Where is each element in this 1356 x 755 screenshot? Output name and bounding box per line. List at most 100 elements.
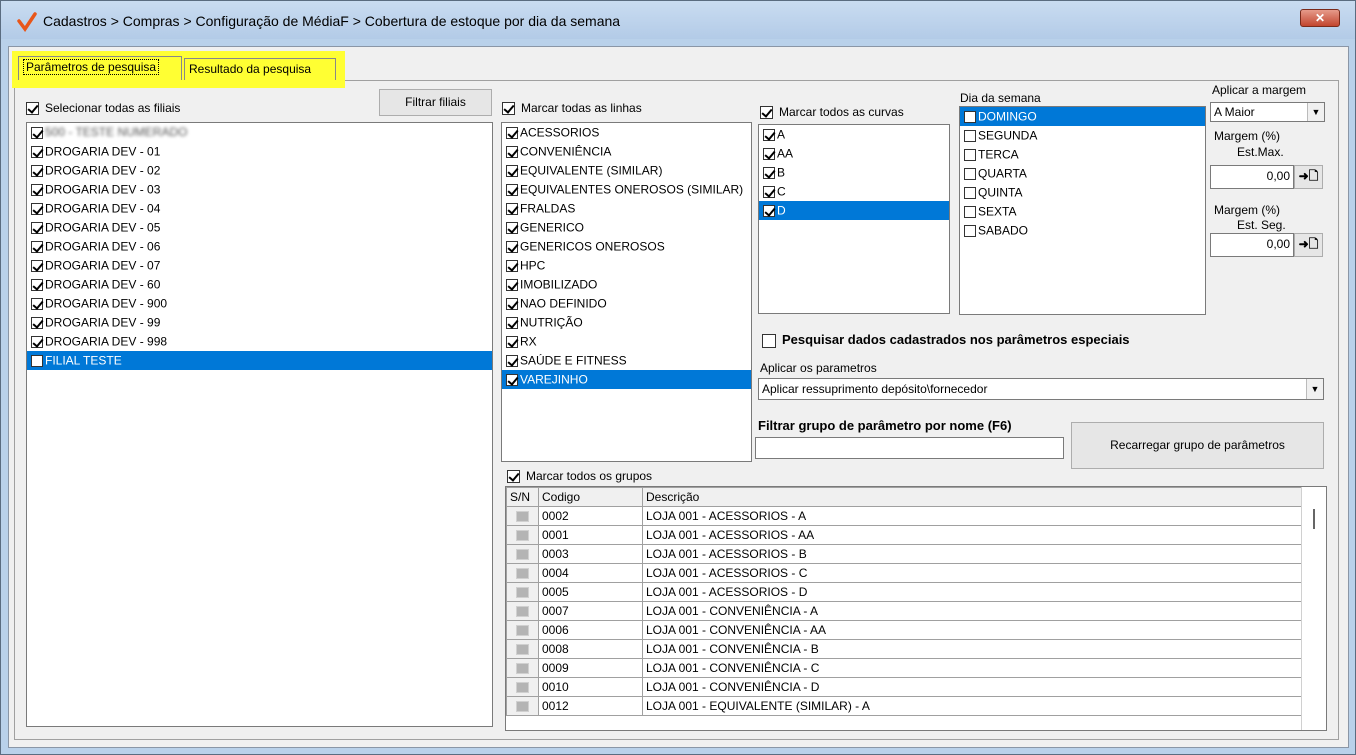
checkbox-icon[interactable] [964,205,976,218]
row-checkbox[interactable] [516,511,529,523]
row-selector-cell[interactable] [506,601,539,621]
checkbox-icon[interactable] [506,278,518,291]
checkbox-icon[interactable] [26,102,39,116]
row-checkbox[interactable] [516,682,529,694]
checkbox-icon[interactable] [964,167,976,180]
checkbox-icon[interactable] [506,297,518,310]
table-row[interactable]: 0007 LOJA 001 - CONVENIÊNCIA - A [506,601,1304,621]
row-selector-cell[interactable] [506,582,539,602]
filial-item[interactable]: FILIAL TESTE [27,351,492,370]
title-bar[interactable]: Cadastros > Compras > Configuração de Mé… [1,1,1355,39]
scroll-thumb[interactable] [1313,509,1315,529]
aplicar-parametros-select[interactable]: Aplicar ressuprimento depósito\fornecedo… [758,378,1324,400]
table-row[interactable]: 0009 LOJA 001 - CONVENIÊNCIA - C [506,658,1304,678]
checkbox-icon[interactable] [964,110,976,123]
table-row[interactable]: 0008 LOJA 001 - CONVENIÊNCIA - B [506,639,1304,659]
select-all-curvas[interactable]: Marcar todos as curvas [760,105,904,120]
filial-item[interactable]: DROGARIA DEV - 05 [27,218,492,237]
vertical-scrollbar[interactable] [1301,487,1326,730]
checkbox-icon[interactable] [506,183,518,196]
dia-item[interactable]: SEXTA [960,202,1205,221]
dia-item[interactable]: SABADO [960,221,1205,240]
checkbox-icon[interactable] [760,106,773,120]
apply-estmax-button[interactable]: ➜🗋 [1294,165,1323,189]
checkbox-icon[interactable] [31,221,43,234]
filial-item[interactable]: DROGARIA DEV - 60 [27,275,492,294]
tab-parametros-pesquisa[interactable]: Parâmetros de pesquisa [18,56,182,80]
table-row[interactable]: 0003 LOJA 001 - ACESSORIOS - B [506,544,1304,564]
curva-item[interactable]: B [759,163,949,182]
linha-item[interactable]: NAO DEFINIDO [502,294,751,313]
linha-item[interactable]: GENERICO [502,218,751,237]
row-checkbox[interactable] [516,587,529,599]
filial-item[interactable]: DROGARIA DEV - 998 [27,332,492,351]
table-row[interactable]: 0005 LOJA 001 - ACESSORIOS - D [506,582,1304,602]
checkbox-icon[interactable] [506,354,518,367]
pesquisar-especiais-checkbox[interactable]: Pesquisar dados cadastrados nos parâmetr… [762,332,1130,348]
row-selector-cell[interactable] [506,658,539,678]
checkbox-icon[interactable] [31,164,43,177]
select-all-filiais[interactable]: Selecionar todas as filiais [26,101,180,116]
checkbox-icon[interactable] [31,259,43,272]
checkbox-icon[interactable] [31,297,43,310]
linha-item[interactable]: VAREJINHO [502,370,751,389]
checkbox-icon[interactable] [31,278,43,291]
checkbox-icon[interactable] [31,316,43,329]
checkbox-icon[interactable] [964,224,976,237]
checkbox-icon[interactable] [763,166,775,179]
apply-estseg-button[interactable]: ➜🗋 [1294,233,1323,257]
margem-estseg-input[interactable]: 0,00 [1210,233,1294,257]
checkbox-icon[interactable] [964,129,976,142]
linha-item[interactable]: NUTRIÇÃO [502,313,751,332]
checkbox-icon[interactable] [964,186,976,199]
column-header-descricao[interactable]: Descrição [642,487,1304,507]
dia-item[interactable]: QUARTA [960,164,1205,183]
checkbox-icon[interactable] [507,470,520,484]
checkbox-icon[interactable] [506,145,518,158]
select-all-linhas[interactable]: Marcar todas as linhas [502,101,642,116]
filter-filiais-button[interactable]: Filtrar filiais [379,89,492,116]
filial-item[interactable]: DROGARIA DEV - 99 [27,313,492,332]
checkbox-icon[interactable] [506,202,518,215]
row-checkbox[interactable] [516,530,529,542]
dia-item[interactable]: SEGUNDA [960,126,1205,145]
checkbox-icon[interactable] [31,145,43,158]
checkbox-icon[interactable] [964,148,976,161]
aplicar-margem-select[interactable]: A Maior ▼ [1210,102,1325,122]
checkbox-icon[interactable] [506,221,518,234]
dia-item[interactable]: TERCA [960,145,1205,164]
checkbox-icon[interactable] [31,240,43,253]
column-header-sn[interactable]: S/N [506,487,539,507]
checkbox-icon[interactable] [506,240,518,253]
tab-resultado-pesquisa[interactable]: Resultado da pesquisa [184,58,336,80]
checkbox-icon[interactable] [763,128,775,141]
table-row[interactable]: 0006 LOJA 001 - CONVENIÊNCIA - AA [506,620,1304,640]
linha-item[interactable]: HPC [502,256,751,275]
checkbox-icon[interactable] [506,335,518,348]
checkbox-icon[interactable] [31,335,43,348]
checkbox-icon[interactable] [31,202,43,215]
filial-item[interactable]: DROGARIA DEV - 07 [27,256,492,275]
checkbox-icon[interactable] [506,126,518,139]
checkbox-icon[interactable] [762,333,776,348]
recarregar-grupo-button[interactable]: Recarregar grupo de parâmetros [1071,422,1324,469]
curva-item[interactable]: A [759,125,949,144]
filtrar-grupo-input[interactable] [755,437,1064,459]
checkbox-icon[interactable] [506,259,518,272]
filial-item[interactable]: 500 - TESTE NUMERADO [27,123,492,142]
curva-item[interactable]: AA [759,144,949,163]
row-selector-cell[interactable] [506,563,539,583]
linha-item[interactable]: EQUIVALENTE (SIMILAR) [502,161,751,180]
row-checkbox[interactable] [516,549,529,561]
checkbox-icon[interactable] [506,373,518,386]
row-checkbox[interactable] [516,606,529,618]
checkbox-icon[interactable] [506,164,518,177]
row-selector-cell[interactable] [506,506,539,526]
filial-item[interactable]: DROGARIA DEV - 06 [27,237,492,256]
table-row[interactable]: 0004 LOJA 001 - ACESSORIOS - C [506,563,1304,583]
row-selector-cell[interactable] [506,544,539,564]
filial-item[interactable]: DROGARIA DEV - 900 [27,294,492,313]
row-selector-cell[interactable] [506,677,539,697]
row-selector-cell[interactable] [506,696,539,716]
filial-item[interactable]: DROGARIA DEV - 01 [27,142,492,161]
